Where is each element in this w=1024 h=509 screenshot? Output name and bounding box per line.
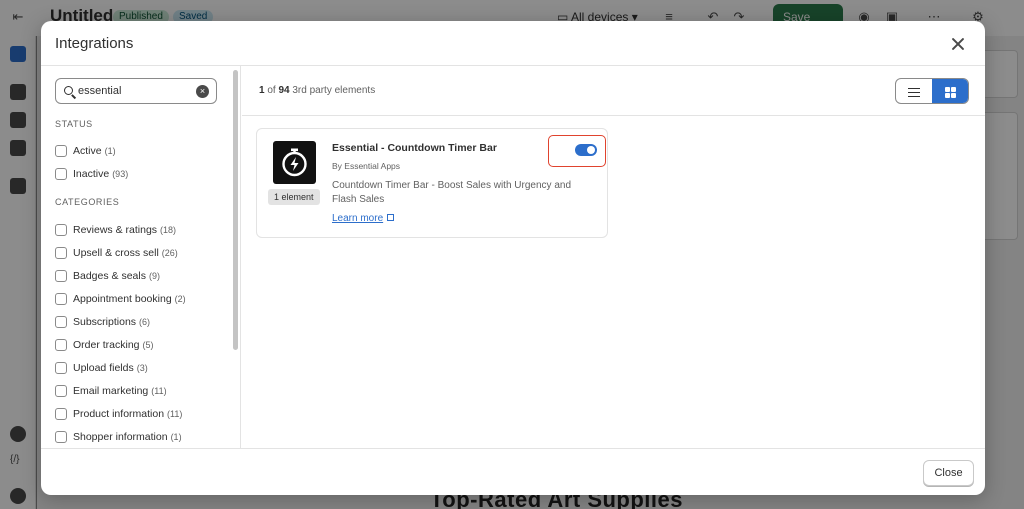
search-field[interactable]: × [55,78,217,104]
filter-count: (11) [151,386,167,396]
filter-label: Product information [73,408,165,420]
close-icon[interactable] [948,34,968,54]
modal-header: Integrations [41,21,985,66]
filter-label: Email marketing [73,385,149,397]
enable-toggle[interactable] [575,144,597,156]
checkbox[interactable] [55,316,67,328]
modal-footer: Close [41,448,985,495]
view-toggle [895,78,969,104]
stopwatch-logo-icon [273,141,316,184]
checkbox[interactable] [55,339,67,351]
toggle-knob [587,146,595,154]
filter-count: (26) [161,248,178,258]
card-vendor: By Essential Apps [332,161,401,171]
filter-category-badges[interactable]: Badges & seals (9) [55,268,160,284]
filter-status-inactive[interactable]: Inactive (93) [55,166,128,182]
categories-heading: CATEGORIES [55,197,120,207]
filter-label: Active [73,145,102,157]
results-count: 1 of 94 3rd party elements [259,85,376,96]
results-panel: 1 of 94 3rd party elements 1 element Ess… [242,66,985,448]
card-title: Essential - Countdown Timer Bar [332,142,497,154]
external-link-icon [387,214,395,221]
grid-icon [944,86,956,98]
filter-count: (6) [139,317,151,327]
filter-count: (93) [112,169,129,179]
filter-label: Subscriptions [73,316,137,328]
filter-label: Reviews & ratings [73,224,158,236]
list-icon [908,87,920,97]
search-input[interactable] [78,83,188,99]
filter-category-product-information[interactable]: Product information (11) [55,406,182,422]
close-button[interactable]: Close [923,460,974,486]
search-icon [64,86,73,95]
element-count-badge: 1 element [268,189,320,205]
filter-category-email-marketing[interactable]: Email marketing (11) [55,383,167,399]
filter-count: (11) [167,409,183,419]
filter-category-shopper-information[interactable]: Shopper information (1) [55,429,182,445]
integrations-modal: Integrations × STATUS Active (1) Inactiv… [41,21,985,495]
integration-card: 1 element Essential - Countdown Timer Ba… [256,128,608,238]
checkbox[interactable] [55,247,67,259]
checkbox[interactable] [55,168,67,180]
modal-title: Integrations [55,35,134,52]
filter-count: (18) [160,225,177,235]
filter-status-active[interactable]: Active (1) [55,143,116,159]
filter-label: Order tracking [73,339,140,351]
checkbox[interactable] [55,293,67,305]
checkbox[interactable] [55,385,67,397]
filter-label: Appointment booking [73,293,172,305]
checkbox[interactable] [55,408,67,420]
filter-label: Inactive [73,168,110,180]
checkbox[interactable] [55,362,67,374]
filter-sidebar: × STATUS Active (1) Inactive (93) CATEGO… [41,66,241,448]
filter-label: Badges & seals [73,270,146,282]
filter-count: (1) [104,146,116,156]
filter-label: Upsell & cross sell [73,247,159,259]
filter-count: (5) [142,340,154,350]
card-description: Countdown Timer Bar - Boost Sales with U… [332,180,571,205]
filter-count: (3) [136,363,148,373]
status-heading: STATUS [55,119,93,129]
checkbox[interactable] [55,224,67,236]
learn-more-link[interactable]: Learn more [332,213,395,224]
results-toolbar: 1 of 94 3rd party elements [242,66,985,116]
filter-category-reviews[interactable]: Reviews & ratings (18) [55,222,176,238]
checkbox[interactable] [55,270,67,282]
sidebar-scrollbar[interactable] [233,70,238,350]
checkbox[interactable] [55,431,67,443]
filter-category-upload-fields[interactable]: Upload fields (3) [55,360,148,376]
filter-count: (9) [148,271,160,281]
filter-count: (2) [174,294,186,304]
filter-category-subscriptions[interactable]: Subscriptions (6) [55,314,150,330]
filter-label: Upload fields [73,362,134,374]
filter-category-order-tracking[interactable]: Order tracking (5) [55,337,154,353]
filter-category-upsell[interactable]: Upsell & cross sell (26) [55,245,178,261]
grid-view-button[interactable] [932,79,968,103]
filter-category-appointment[interactable]: Appointment booking (2) [55,291,186,307]
filter-label: Shopper information [73,431,168,443]
list-view-button[interactable] [896,79,932,103]
clear-search-icon[interactable]: × [196,85,209,98]
checkbox[interactable] [55,145,67,157]
filter-count: (1) [170,432,182,442]
